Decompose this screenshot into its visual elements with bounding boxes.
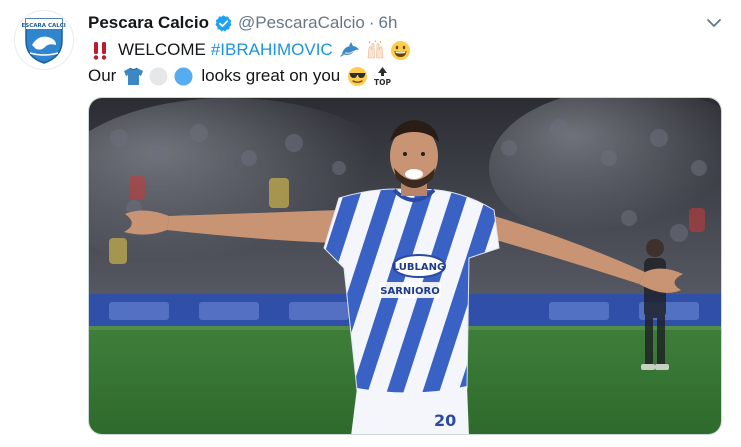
svg-text:SARNIORO: SARNIORO xyxy=(380,286,439,297)
tweet-photo[interactable]: LUBLANG SARNIORO 20 xyxy=(88,97,722,435)
display-name[interactable]: Pescara Calcio xyxy=(88,13,209,33)
tweet-text: WELCOME #IBRAHIMOVIC Our looks great on … xyxy=(88,37,413,89)
svg-text:PESCARA CALCIO: PESCARA CALCIO xyxy=(22,23,66,29)
welcome-word: WELCOME xyxy=(118,40,206,59)
white-circle-icon xyxy=(148,66,169,87)
avatar[interactable]: PESCARA CALCIO xyxy=(14,10,74,70)
tweet-line-1: WELCOME #IBRAHIMOVIC xyxy=(88,37,413,63)
tweet-line-2: Our looks great on you TOP xyxy=(88,63,413,89)
svg-text:LUBLANG: LUBLANG xyxy=(393,262,445,273)
dolphin-icon xyxy=(339,40,361,61)
verified-badge-icon xyxy=(214,14,233,33)
svg-text:20: 20 xyxy=(434,411,456,430)
tweet-header: Pescara Calcio @PescaraCalcio · 6h xyxy=(88,12,721,34)
svg-text:TOP: TOP xyxy=(374,78,391,87)
raised-hands-icon xyxy=(365,39,386,61)
our-word: Our xyxy=(88,66,117,85)
jersey-icon xyxy=(123,66,144,87)
top-arrow-icon: TOP xyxy=(372,66,393,87)
blue-circle-icon xyxy=(173,66,194,87)
hashtag-ibrahimovic[interactable]: #IBRAHIMOVIC xyxy=(211,37,333,63)
double-exclamation-icon xyxy=(90,40,111,61)
separator-dot: · xyxy=(368,13,375,32)
sunglasses-face-icon xyxy=(347,66,368,87)
grinning-face-icon xyxy=(390,40,411,61)
timestamp[interactable]: 6h xyxy=(379,13,398,33)
handle[interactable]: @PescaraCalcio xyxy=(238,13,365,33)
tweet: PESCARA CALCIO Pescara Calcio @PescaraCa… xyxy=(0,0,741,447)
chevron-down-icon[interactable] xyxy=(705,14,723,32)
looks-great-text: looks great on you xyxy=(201,66,341,85)
pescara-crest-icon: PESCARA CALCIO xyxy=(22,18,66,64)
